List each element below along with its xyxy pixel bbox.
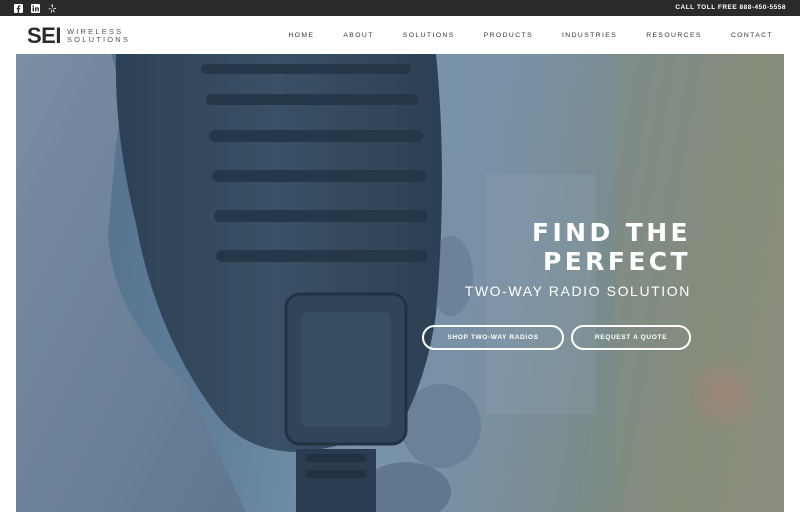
hero-headline-line-2: PERFECT (542, 247, 691, 276)
nav-contact[interactable]: CONTACT (731, 32, 773, 39)
nav-home[interactable]: HOME (288, 32, 314, 39)
shop-two-way-radios-button[interactable]: SHOP TWO-WAY RADIOS (422, 325, 564, 350)
nav-industries[interactable]: INDUSTRIES (562, 32, 617, 39)
request-a-quote-button[interactable]: REQUEST A QUOTE (571, 325, 691, 350)
facebook-icon[interactable] (14, 3, 23, 13)
hero-headline: FIND THE PERFECT (465, 218, 691, 276)
toll-free-number[interactable]: CALL TOLL FREE 888-450-5558 (675, 4, 786, 11)
nav-products[interactable]: PRODUCTS (484, 32, 533, 39)
logo-tagline: WIRELESS SOLUTIONS (67, 28, 130, 44)
logo-mark: SEI (27, 23, 61, 48)
site-header: SEI WIRELESS SOLUTIONS HOME ABOUT SOLUTI… (0, 16, 800, 54)
main-nav: HOME ABOUT SOLUTIONS PRODUCTS INDUSTRIES… (259, 16, 773, 54)
nav-solutions[interactable]: SOLUTIONS (403, 32, 455, 39)
nav-about[interactable]: ABOUT (343, 32, 373, 39)
page-bottom-strip (0, 512, 800, 527)
social-links (14, 3, 57, 13)
logo-line-2: SOLUTIONS (66, 35, 131, 44)
site-logo[interactable]: SEI WIRELESS SOLUTIONS (27, 25, 130, 47)
hero-banner: FIND THE PERFECT TWO-WAY RADIO SOLUTION … (16, 54, 784, 512)
yelp-icon[interactable] (48, 4, 57, 13)
hero-headline-line-1: FIND THE (531, 218, 691, 247)
hero-cta-row: SHOP TWO-WAY RADIOS REQUEST A QUOTE (422, 325, 691, 350)
linkedin-icon[interactable] (31, 3, 40, 13)
nav-resources[interactable]: RESOURCES (646, 32, 702, 39)
hero-text-block: FIND THE PERFECT TWO-WAY RADIO SOLUTION (465, 218, 691, 299)
hero-subheadline: TWO-WAY RADIO SOLUTION (464, 283, 691, 299)
top-utility-bar: CALL TOLL FREE 888-450-5558 (0, 0, 800, 16)
